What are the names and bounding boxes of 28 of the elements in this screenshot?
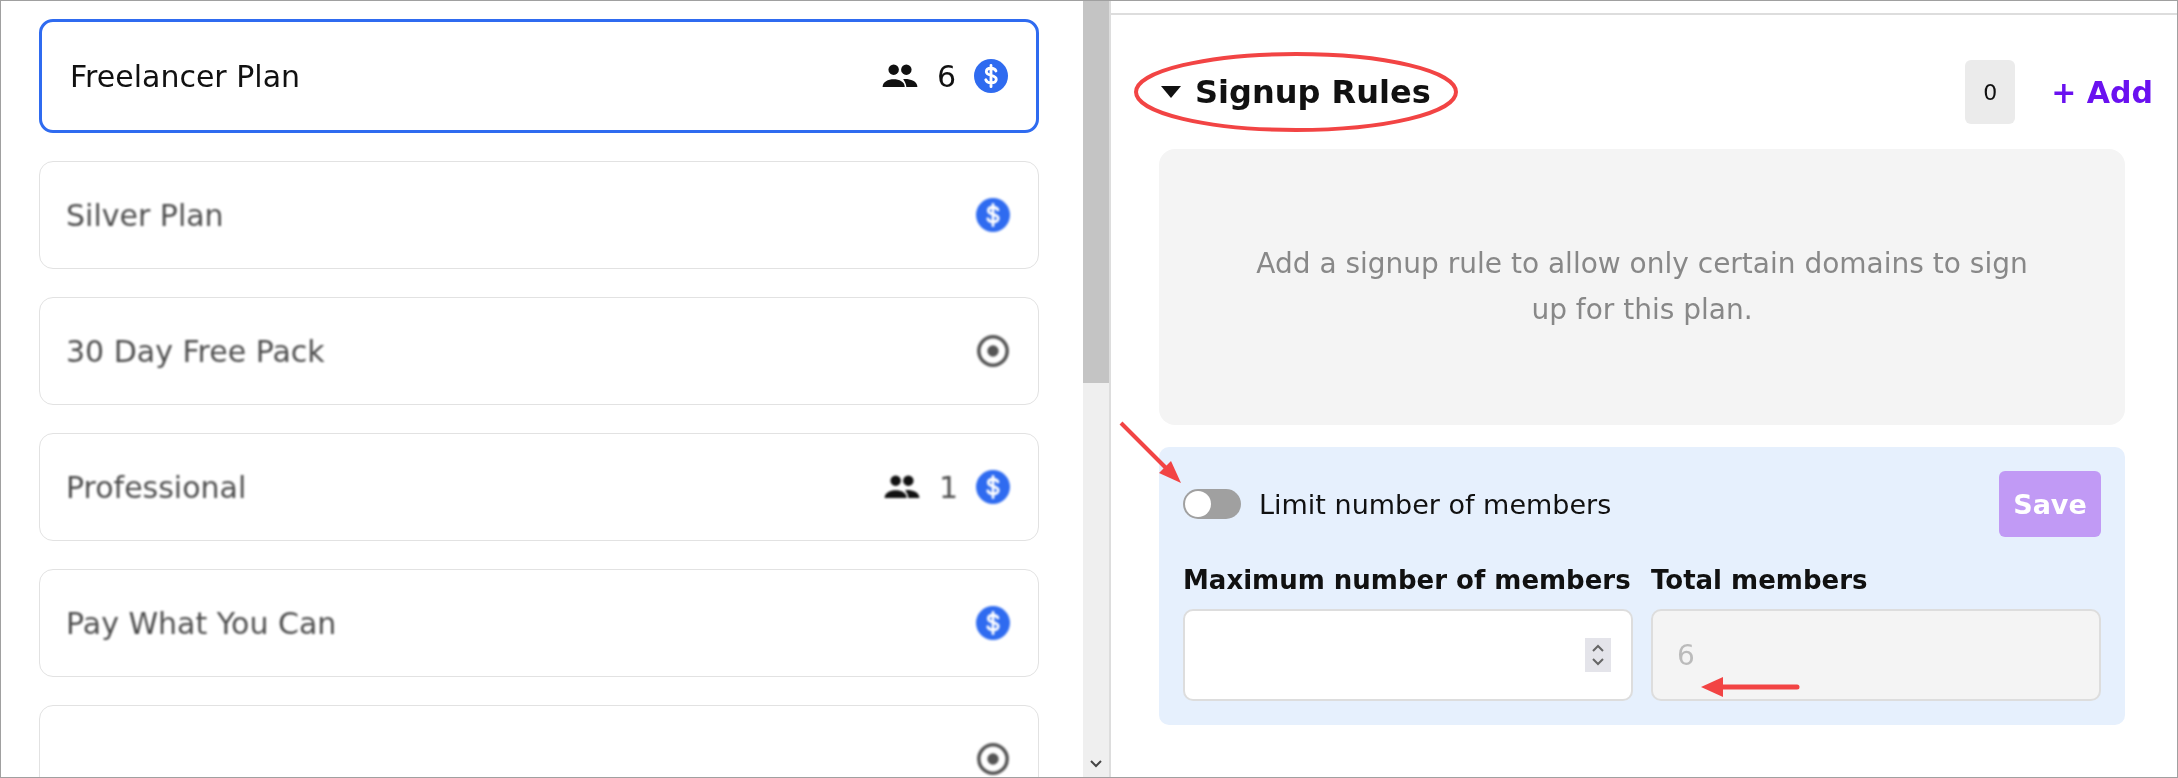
spinner-icon[interactable] [1585,638,1611,672]
member-count: 6 [936,58,956,94]
field-label: Total members [1651,565,1869,595]
member-count: 1 [938,469,958,505]
plan-card[interactable]: 30 Day Free Pack [39,297,1039,405]
add-button[interactable]: + Add [2051,74,2153,110]
people-icon [880,63,919,89]
empty-message: Add a signup rule to allow only certain domains to sign up for this plan. [1255,245,2029,328]
plan-name: 30 Day Free Pack [66,333,326,369]
chevron-down-icon[interactable] [1089,759,1103,769]
plan-name: Freelancer Plan [70,58,302,94]
caret-down-icon[interactable] [1161,86,1181,98]
toggle-label: Limit number of members [1259,488,1613,520]
people-icon [882,474,921,500]
number-field[interactable] [1183,609,1633,701]
plan-card[interactable]: Professional 1 [39,433,1039,541]
plan-card[interactable]: Silver Plan [39,161,1039,269]
toggle-switch[interactable] [1183,489,1241,519]
annotation-arrow [1119,421,1181,483]
plan-name: Pay What You Can [66,605,338,641]
plan-card[interactable]: Pay What You Can [39,569,1039,677]
plan-name: Silver Plan [66,197,225,233]
rule-count: 0 [1965,60,2016,124]
plan-name: Professional [66,469,248,505]
section-title: Signup Rules [1195,73,1432,111]
field-label: Maximum number of members [1183,565,1632,595]
plan-card[interactable]: Freelancer Plan 6 [39,19,1039,133]
scrollbar[interactable] [1083,1,1109,777]
